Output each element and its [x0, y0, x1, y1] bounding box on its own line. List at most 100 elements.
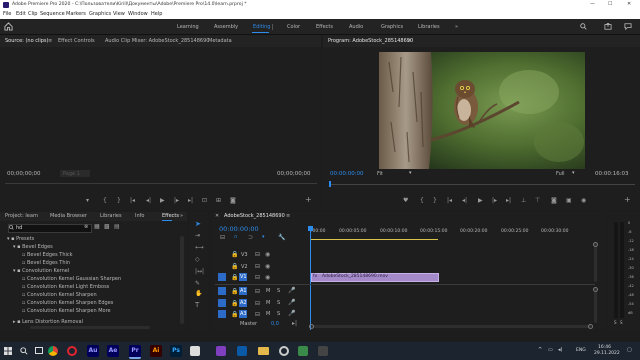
type-tool-icon[interactable]: T	[195, 302, 199, 309]
source-step-back-frame-icon[interactable]: ◂|	[146, 198, 151, 204]
chat-icon[interactable]	[624, 23, 632, 30]
tree-item-presets[interactable]: ▾ ▪ Presets	[7, 237, 34, 242]
chrome-icon[interactable]	[48, 346, 58, 356]
program-step-forward-icon[interactable]: |▸	[492, 198, 497, 204]
track-header-v3[interactable]	[215, 250, 309, 260]
program-play-icon[interactable]: ▶	[478, 198, 483, 204]
tree-item-sharpen[interactable]: ▫ Convolution Kernel Sharpen	[22, 293, 97, 298]
visual-studio-icon[interactable]	[216, 346, 226, 356]
track-a1-target[interactable]	[218, 287, 226, 295]
settings-taskbar-icon[interactable]	[279, 346, 289, 356]
source-menu-icon[interactable]: ≡	[48, 39, 52, 44]
workspace-effects[interactable]: Effects	[316, 25, 333, 30]
workspace-more[interactable]: »	[455, 25, 458, 30]
tree-item-bevel-edges[interactable]: ▾ ▪ Bevel Edges	[13, 245, 53, 250]
tree-item-bevel-edges-thick[interactable]: ▫ Bevel Edges Thick	[22, 253, 73, 258]
menu-sequence[interactable]: Sequence	[40, 12, 65, 17]
ripple-edit-tool-icon[interactable]: ⟷	[195, 245, 204, 251]
yuv-effects-icon[interactable]: ▤	[114, 224, 120, 230]
track-a1-mute[interactable]: M	[266, 289, 270, 294]
tray-date[interactable]: 29.11.2022	[594, 351, 620, 357]
track-divider[interactable]	[215, 284, 595, 285]
illustrator-icon[interactable]: Ai	[150, 345, 162, 357]
track-v3-lock-icon[interactable]: 🔒	[231, 252, 238, 258]
program-marker-icon[interactable]: ♥	[403, 198, 408, 204]
timeline-vscroll-v[interactable]	[594, 242, 597, 282]
insert-sequence-icon[interactable]: ⊟	[220, 235, 225, 241]
after-effects-icon[interactable]: Ae	[107, 345, 119, 357]
track-a3-target[interactable]	[218, 310, 226, 318]
source-mark-in-icon[interactable]: ▾	[86, 198, 89, 204]
program-timecode-left[interactable]: 00:00:00:00	[330, 171, 364, 178]
workspace-color[interactable]: Color	[287, 25, 300, 30]
track-a3-mute[interactable]: M	[266, 312, 270, 317]
track-v2-eye-icon[interactable]: ◉	[265, 264, 270, 270]
pen-tool-icon[interactable]: ✎	[195, 281, 200, 287]
program-step-back-icon[interactable]: ◂|	[462, 198, 467, 204]
photoshop-icon[interactable]: Ps	[170, 345, 182, 357]
razor-tool-icon[interactable]: ◇	[195, 257, 200, 263]
track-a1-mic-icon[interactable]: 🎤	[288, 288, 295, 294]
menu-graphics[interactable]: Graphics	[89, 12, 111, 17]
track-a2-solo[interactable]: S	[277, 301, 280, 306]
source-add-button[interactable]: +	[305, 196, 312, 204]
source-timecode-left[interactable]: 00;00;00;00	[7, 171, 41, 178]
accelerated-effects-icon[interactable]: ▦	[94, 224, 100, 230]
tab-audio-clip-mixer[interactable]: Audio Clip Mixer: AdobeStock_285148690	[105, 39, 209, 44]
source-step-forward-icon[interactable]: |▸	[174, 198, 179, 204]
program-full-label[interactable]: Full	[556, 172, 565, 177]
search-taskbar-icon[interactable]	[20, 347, 28, 355]
master-track-value[interactable]: 0,0	[271, 322, 279, 327]
menu-markers[interactable]: Markers	[66, 12, 86, 17]
workspace-audio[interactable]: Audio	[349, 25, 363, 30]
opera-icon[interactable]	[67, 346, 77, 356]
menu-file[interactable]: File	[3, 12, 11, 17]
program-lift-icon[interactable]: ⊥	[521, 198, 526, 204]
timeline-zoom-in-handle[interactable]	[593, 242, 598, 247]
tab-libraries[interactable]: Libraries	[100, 214, 122, 219]
tab-effect-controls[interactable]: Effect Controls	[58, 39, 95, 44]
timeline-hscroll-right-handle[interactable]	[588, 324, 593, 329]
meter-solo-left[interactable]: S	[614, 321, 617, 325]
program-extract-icon[interactable]: ⊤	[535, 198, 540, 204]
menu-view[interactable]: View	[113, 12, 125, 17]
track-a3-sync-icon[interactable]: ⊟	[255, 312, 260, 318]
timeline-menu-icon[interactable]: ≡	[286, 214, 290, 219]
track-select-tool-icon[interactable]: ⇥	[195, 233, 200, 239]
source-overwrite-icon[interactable]: ⊞	[216, 198, 221, 204]
program-timecode-right[interactable]: 00:00:16:03	[595, 171, 629, 178]
workspace-assembly[interactable]: Assembly	[214, 25, 238, 30]
workspace-editing[interactable]: Editing	[253, 25, 270, 30]
slip-tool-icon[interactable]: |↔|	[195, 269, 204, 275]
app-green-icon[interactable]	[298, 346, 308, 356]
32bit-effects-icon[interactable]: ▩	[104, 224, 110, 230]
tray-volume-icon[interactable]: ◂)	[558, 348, 562, 353]
source-timecode-right[interactable]: 00;00;00;00	[277, 171, 311, 178]
timeline-settings-icon[interactable]: 🔧	[278, 235, 285, 241]
tab-source[interactable]: Source: (no clips)	[5, 39, 48, 44]
track-a3-mic-icon[interactable]: 🎤	[288, 311, 295, 317]
close-button[interactable]: ✕	[627, 2, 631, 7]
maximize-button[interactable]: ☐	[608, 2, 612, 7]
game-icon[interactable]	[190, 346, 200, 356]
track-v2-lock-icon[interactable]: 🔒	[231, 264, 238, 270]
track-a3-solo[interactable]: S	[277, 312, 280, 317]
effects-more[interactable]: »	[180, 214, 183, 219]
tray-chevron-icon[interactable]: ^	[538, 348, 542, 353]
work-area-bar[interactable]	[310, 239, 438, 240]
snap-icon[interactable]: ∩	[234, 235, 238, 240]
track-v1-lock-icon[interactable]: 🔒	[231, 275, 238, 281]
timeline-hscroll-left-handle[interactable]	[309, 324, 314, 329]
source-goto-out-icon[interactable]: ▸|	[188, 198, 193, 204]
effects-scrollbar[interactable]	[180, 236, 184, 324]
source-mark-out-icon[interactable]: {	[103, 198, 107, 204]
workspace-libraries[interactable]: Libraries	[418, 25, 440, 30]
workspace-graphics[interactable]: Graphics	[381, 25, 403, 30]
program-playhead[interactable]	[329, 181, 331, 187]
program-goto-in-icon[interactable]: |◂	[447, 198, 452, 204]
track-v1-sync-icon[interactable]: ⊟	[255, 275, 260, 281]
minimize-button[interactable]: —	[590, 2, 595, 7]
tray-language[interactable]: ENG	[576, 348, 586, 354]
track-a3-lock-icon[interactable]: 🔒	[231, 312, 238, 318]
track-a1-sync-icon[interactable]: ⊟	[255, 289, 260, 295]
